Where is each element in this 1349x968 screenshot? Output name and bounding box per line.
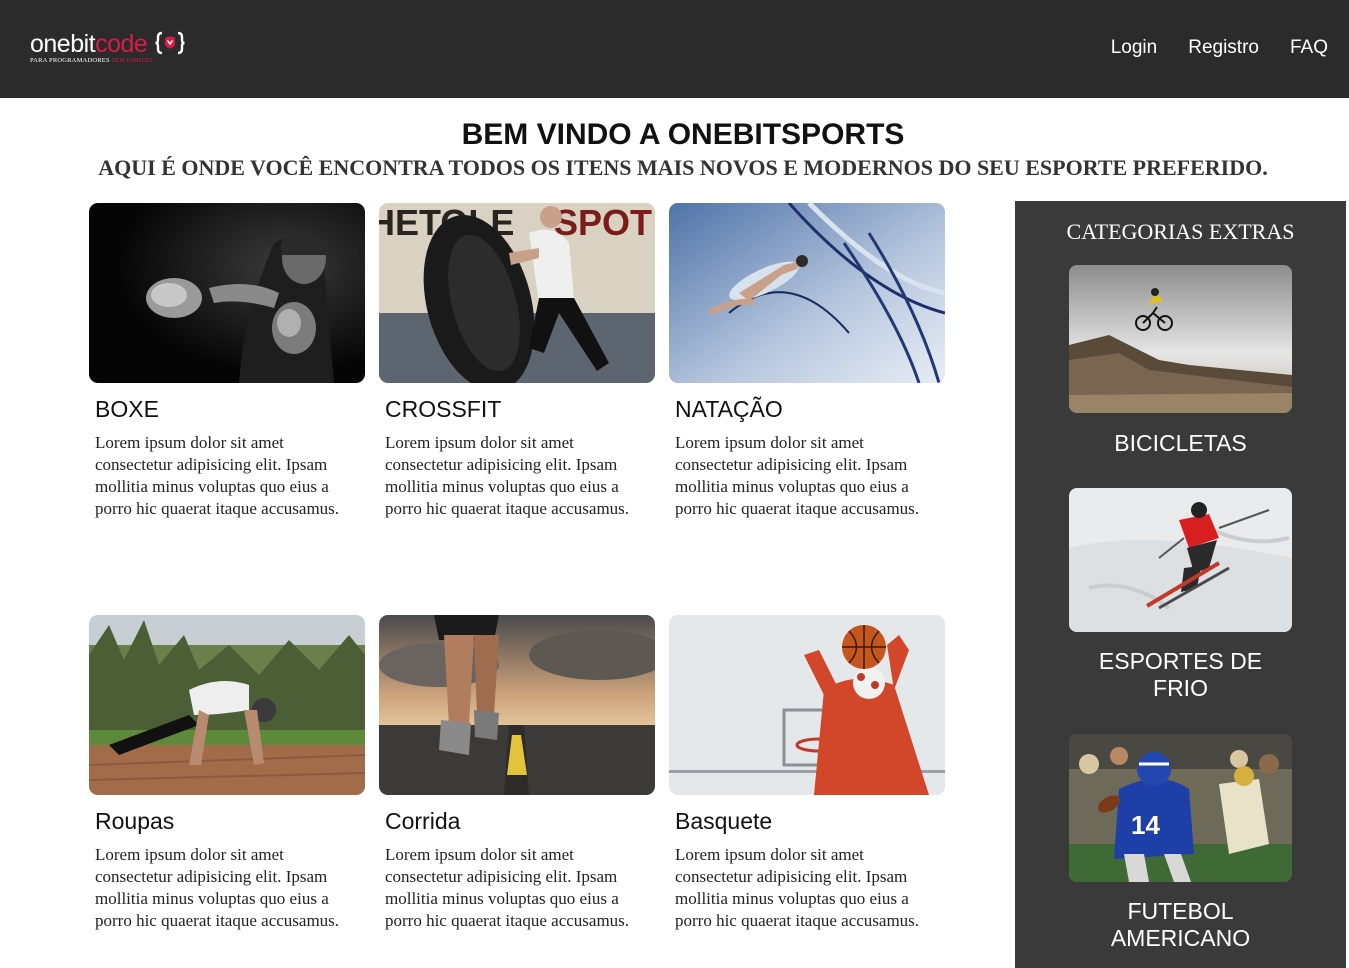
card-description: Lorem ipsum dolor sit amet consectetur a… [385,845,630,930]
card-basquete[interactable]: Basquete Lorem ipsum dolor sit amet cons… [669,615,945,932]
skier-photo [1069,488,1292,632]
card-title: BOXE [95,396,159,422]
nav-login-link[interactable]: Login [1111,36,1158,60]
sidebar-item-futebol-americano[interactable]: 14 FUTEBOL AMERICANO [1069,734,1292,952]
svg-text:14: 14 [1131,810,1160,840]
card-description: Lorem ipsum dolor sit amet consectetur a… [385,433,630,518]
card-title: CROSSFIT [385,396,502,422]
logo-brace-icon [155,31,185,55]
card-corrida[interactable]: Corrida Lorem ipsum dolor sit amet conse… [379,615,655,932]
card-boxe[interactable]: BOXE Lorem ipsum dolor sit amet consecte… [89,203,365,520]
pushup-photo [89,615,365,795]
boxer-photo [89,203,365,383]
card-crossfit[interactable]: HETOLE SPOT CROSSFIT Lorem ipsum dolor s… [379,203,655,520]
card-description: Lorem ipsum dolor sit amet consectetur a… [675,845,920,930]
page-title: BEM VINDO A ONEBITSPORTS [461,118,905,151]
basketball-photo [669,615,945,795]
svg-text:SPOT: SPOT [554,203,652,243]
card-description: Lorem ipsum dolor sit amet consectetur a… [95,845,340,930]
sidebar-item-bicicletas[interactable]: BICICLETAS [1069,265,1292,457]
sidebar-item-esportes-de-frio[interactable]: ESPORTES DE FRIO [1069,488,1292,702]
card-title: Roupas [95,808,175,834]
nav-links: Login Registro FAQ [1111,36,1328,60]
logo-wordmark: onebitcode [30,30,185,58]
navbar: onebitcode PARA PROGRAMADORES SEM LIMITE… [0,0,1349,98]
logo-tagline: PARA PROGRAMADORES SEM LIMITES [30,57,152,64]
swimmer-photo [669,203,945,383]
card-title: Basquete [675,808,773,834]
sidebar-item-label: BICICLETAS [1114,430,1247,456]
card-roupas[interactable]: Roupas Lorem ipsum dolor sit amet consec… [89,615,365,932]
sidebar-item-label: ESPORTES DE FRIO [1098,648,1263,701]
card-natacao[interactable]: NATAÇÃO Lorem ipsum dolor sit amet conse… [669,203,945,520]
bike-jump-photo [1069,265,1292,413]
card-description: Lorem ipsum dolor sit amet consectetur a… [95,433,340,518]
sidebar-title: CATEGORIAS EXTRAS [1066,219,1295,244]
page-subtitle: AQUI É ONDE VOCÊ ENCONTRA TODOS OS ITENS… [98,155,1268,180]
tire-flip-photo: HETOLE SPOT [379,203,655,383]
logo-tagline-text: PARA PROGRAMADORES [30,57,110,64]
football-photo: 14 [1069,734,1292,882]
brand-logo[interactable]: onebitcode PARA PROGRAMADORES SEM LIMITE… [30,30,215,70]
logo-text-onebit: onebit [30,30,96,58]
card-title: NATAÇÃO [675,396,783,422]
nav-faq-link[interactable]: FAQ [1290,36,1328,60]
nav-registro-link[interactable]: Registro [1188,36,1259,60]
logo-text-code: code [95,30,148,58]
runner-photo [379,615,655,795]
sidebar-extra-categories: CATEGORIAS EXTRAS BICICLETAS ESPORTES DE… [1015,201,1346,968]
logo-tagline-accent: SEM LIMITES [111,57,153,64]
card-description: Lorem ipsum dolor sit amet consectetur a… [675,433,920,518]
sidebar-item-label: FUTEBOL AMERICANO [1110,898,1251,951]
card-title: Corrida [385,808,461,834]
